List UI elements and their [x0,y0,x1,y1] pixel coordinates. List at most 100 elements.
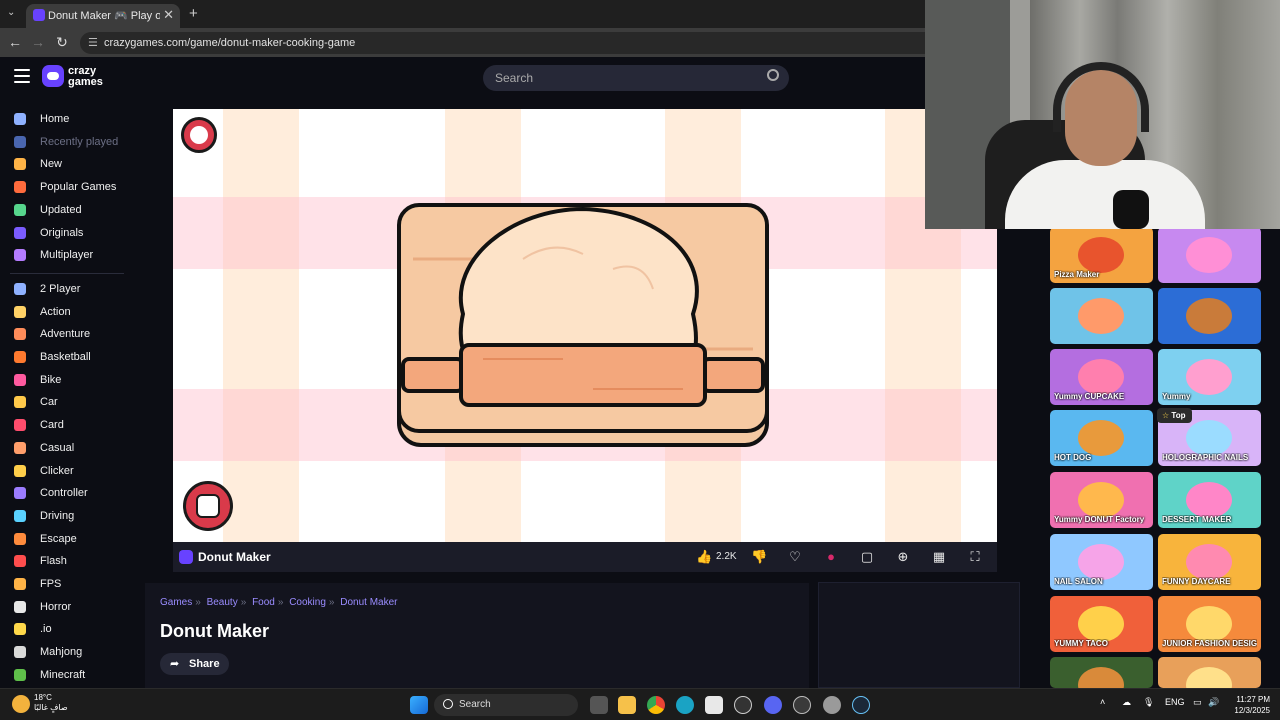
close-tab-icon[interactable]: ✕ [163,7,174,23]
sidebar-item[interactable]: Clicker [0,461,133,483]
task-view-icon[interactable] [590,696,608,714]
weather-sun-icon[interactable] [12,695,30,713]
sidebar-item[interactable]: Casual [0,438,133,460]
game-thumbnail[interactable]: Yummy DONUT Factory [1050,472,1153,528]
store-icon[interactable] [705,696,723,714]
thumbnail-art [1078,359,1124,395]
sidebar-item-label: Casual [40,441,75,454]
game-thumbnail[interactable]: DESSERT MAKER [1158,472,1261,528]
browser-tab[interactable]: Donut Maker 🎮 Play on CrazyGames ✕ [26,4,180,28]
sidebar-item[interactable]: FPS [0,574,133,596]
site-logo-text[interactable]: crazy games [68,66,103,88]
tab-list-chevron-icon[interactable]: ⌄ [7,7,15,18]
category-icon [14,532,26,545]
thumbnail-title: DESSERT MAKER [1162,515,1232,524]
sidebar-item[interactable]: Horror [0,597,133,619]
theater-mode-icon[interactable]: ▦ [931,549,947,565]
sidebar-item[interactable]: Multiplayer [0,245,133,267]
embed-crosshair-icon[interactable]: ⊕ [895,549,911,565]
sidebar-item[interactable]: Mahjong [0,642,133,664]
sidebar-item[interactable]: Minecraft [0,665,133,687]
tray-app-icon[interactable]: ☁ [1122,697,1131,708]
sidebar-item[interactable]: Controller [0,483,133,505]
share-button[interactable]: ➦ Share [160,653,229,675]
game-thumbnail[interactable] [1158,657,1261,688]
sidebar-item[interactable]: Adventure [0,324,133,346]
game-thumbnail[interactable] [1158,227,1261,283]
tray-chevron-icon[interactable]: ˄ [1100,697,1105,707]
app-icon[interactable] [734,696,752,714]
edge-icon[interactable] [676,696,694,714]
sidebar-item[interactable]: Basketball [0,347,133,369]
crazygames-small-logo-icon [179,550,193,564]
forward-arrow-icon[interactable]: → [29,34,47,50]
game-thumbnail[interactable]: Pizza Maker [1050,227,1153,283]
crazygames-logo-icon[interactable] [42,65,64,87]
dislike-icon[interactable]: 👎 [751,549,767,565]
language-indicator[interactable]: ENG [1165,697,1185,707]
breadcrumb-food[interactable]: Food [252,597,275,608]
sidebar-item[interactable]: New [0,154,133,176]
sidebar-item[interactable]: Recently played [0,132,133,154]
game-thumbnail[interactable]: YUMMY TACO [1050,596,1153,652]
game-thumbnail[interactable] [1050,657,1153,688]
search-icon[interactable] [767,69,779,81]
url-text: crazygames.com/game/donut-maker-cooking-… [104,37,356,49]
game-thumbnail[interactable] [1050,288,1153,344]
sidebar-item[interactable]: Driving [0,506,133,528]
discord-icon[interactable] [764,696,782,714]
recipe-book-button[interactable] [183,481,233,531]
breadcrumb-games[interactable]: Games [160,597,192,608]
site-search-input[interactable]: Search [483,65,789,91]
game-canvas[interactable] [173,109,997,542]
game-thumbnail[interactable]: Yummy [1158,349,1261,405]
app-icon-2[interactable] [793,696,811,714]
game-thumbnail[interactable]: HOT DOG [1050,410,1153,466]
home-button[interactable] [181,117,217,153]
game-thumbnail[interactable]: FUNNY DAYCARE [1158,534,1261,590]
breadcrumb-beauty[interactable]: Beauty [207,597,238,608]
breadcrumb-current[interactable]: Donut Maker [340,597,397,608]
network-icon[interactable]: ▭ [1193,697,1202,708]
breadcrumb-cooking[interactable]: Cooking [289,597,326,608]
reload-icon[interactable]: ↻ [53,34,71,51]
chrome-icon[interactable] [647,696,665,714]
file-explorer-icon[interactable] [618,696,636,714]
report-bug-icon[interactable]: ● [823,549,839,565]
sidebar-item[interactable]: Card [0,415,133,437]
sidebar-item[interactable]: 2 Player [0,279,133,301]
volume-icon[interactable]: 🔊 [1208,697,1219,708]
sidebar-item[interactable]: Car [0,392,133,414]
new-tab-button[interactable]: + [189,5,198,22]
sidebar-item[interactable]: Flash [0,551,133,573]
sidebar-item[interactable]: Updated [0,200,133,222]
settings-gear-icon[interactable] [823,696,841,714]
weather-widget[interactable]: 18°C صافٍ غالبًا [34,693,68,713]
favorite-heart-icon[interactable]: ♡ [787,549,803,565]
system-clock[interactable]: 11:27 PM 12/3/2025 [1226,694,1270,716]
game-thumbnail[interactable]: NAIL SALON [1050,534,1153,590]
sidebar-item[interactable]: Popular Games [0,177,133,199]
sidebar-item[interactable]: Action [0,302,133,324]
sidebar-item[interactable]: Originals [0,223,133,245]
sidebar-item[interactable]: Home [0,109,133,131]
game-thumbnail[interactable]: JUNIOR FASHION DESIGNER [1158,596,1261,652]
site-info-icon[interactable]: ☰ [88,36,98,49]
game-thumbnail[interactable]: Yummy CUPCAKE [1050,349,1153,405]
steam-icon[interactable] [852,696,870,714]
feedback-icon[interactable]: ▢ [859,549,875,565]
sidebar-item[interactable]: Escape [0,529,133,551]
menu-hamburger-icon[interactable] [14,69,30,83]
sidebar-divider [10,272,124,274]
like-icon[interactable]: 👍 [696,549,712,565]
game-thumbnail[interactable] [1158,288,1261,344]
thumbnail-art [1186,482,1232,518]
sidebar-item[interactable]: .io [0,619,133,641]
dough-board-scene[interactable] [393,199,773,449]
windows-start-icon[interactable] [410,696,428,714]
taskbar-search[interactable]: Search [434,694,578,716]
sidebar-item[interactable]: Bike [0,370,133,392]
back-arrow-icon[interactable]: ← [6,34,24,50]
mic-icon[interactable]: 🎙 [1143,697,1154,708]
fullscreen-icon[interactable]: ⛶ [967,549,983,565]
